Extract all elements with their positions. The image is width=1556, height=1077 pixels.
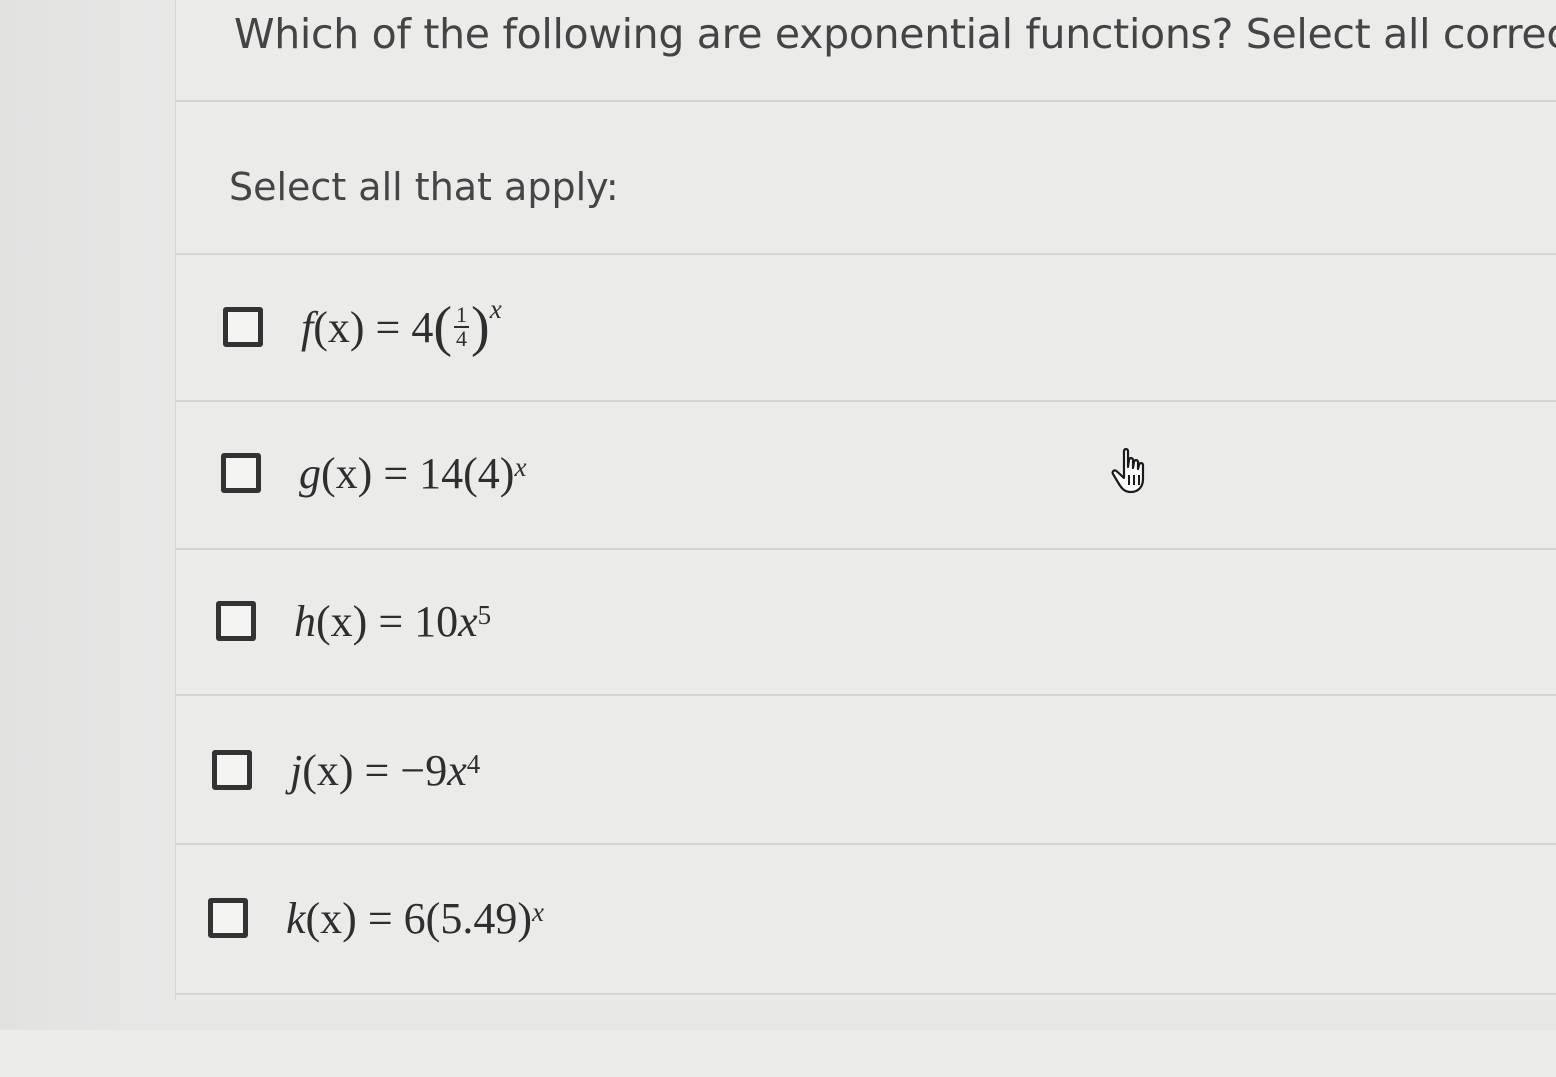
option-k[interactable]: k (x) = 6(5.49) x (208, 868, 544, 968)
divider (176, 548, 1556, 550)
checkbox-k[interactable] (208, 898, 248, 938)
function-body: 14(4) (419, 448, 515, 498)
checkbox-f[interactable] (223, 307, 263, 347)
formula-h: h (x) = 10 x 5 (294, 596, 492, 646)
formula-j: j (x) = −9 x 4 (290, 745, 481, 795)
variable: x (447, 745, 467, 795)
function-arg: (x) (313, 302, 365, 352)
instructions-label: Select all that apply: (229, 165, 619, 209)
option-g[interactable]: g (x) = 14(4) x (221, 423, 526, 523)
formula-f: f (x) = 4 ( 1 4 ) x (301, 294, 502, 358)
function-arg: (x) (316, 596, 368, 646)
checkbox-g[interactable] (221, 453, 261, 493)
divider (176, 993, 1556, 995)
left-gutter (0, 0, 175, 1030)
open-paren: ( (433, 296, 453, 358)
equals-sign: = (367, 596, 415, 646)
question-panel: Which of the following are exponential f… (175, 0, 1556, 1000)
fraction-numerator: 1 (454, 302, 470, 328)
function-arg: (x) (321, 448, 373, 498)
checkbox-h[interactable] (216, 601, 256, 641)
bottom-area (0, 1030, 1556, 1077)
divider (176, 100, 1556, 102)
divider (176, 253, 1556, 255)
formula-g: g (x) = 14(4) x (299, 448, 527, 498)
function-name: j (290, 745, 303, 795)
function-arg: (x) (302, 745, 354, 795)
equals-sign: = (364, 302, 412, 352)
option-j[interactable]: j (x) = −9 x 4 (212, 720, 480, 820)
function-name: f (301, 302, 314, 352)
divider (176, 843, 1556, 845)
fraction: 1 4 (454, 302, 470, 351)
option-f[interactable]: f (x) = 4 ( 1 4 ) x (223, 277, 502, 377)
function-arg: (x) (305, 893, 357, 943)
close-paren: ) (471, 296, 490, 358)
fraction-denominator: 4 (456, 326, 468, 351)
equals-sign: = (356, 893, 404, 943)
equals-sign: = (353, 745, 401, 795)
function-body: 6(5.49) (403, 893, 532, 943)
hand-pointer-icon (1111, 448, 1145, 494)
divider (176, 694, 1556, 696)
question-text: Which of the following are exponential f… (234, 10, 1556, 58)
formula-k: k (x) = 6(5.49) x (286, 893, 544, 943)
divider (176, 400, 1556, 402)
function-body: −9 (400, 745, 448, 795)
variable: x (458, 596, 478, 646)
function-name: h (294, 596, 316, 646)
checkbox-j[interactable] (212, 750, 252, 790)
function-body: 10 (414, 596, 459, 646)
function-name: g (299, 448, 321, 498)
option-h[interactable]: h (x) = 10 x 5 (216, 571, 491, 671)
coefficient: 4 (411, 302, 434, 352)
equals-sign: = (372, 448, 420, 498)
function-name: k (286, 893, 306, 943)
